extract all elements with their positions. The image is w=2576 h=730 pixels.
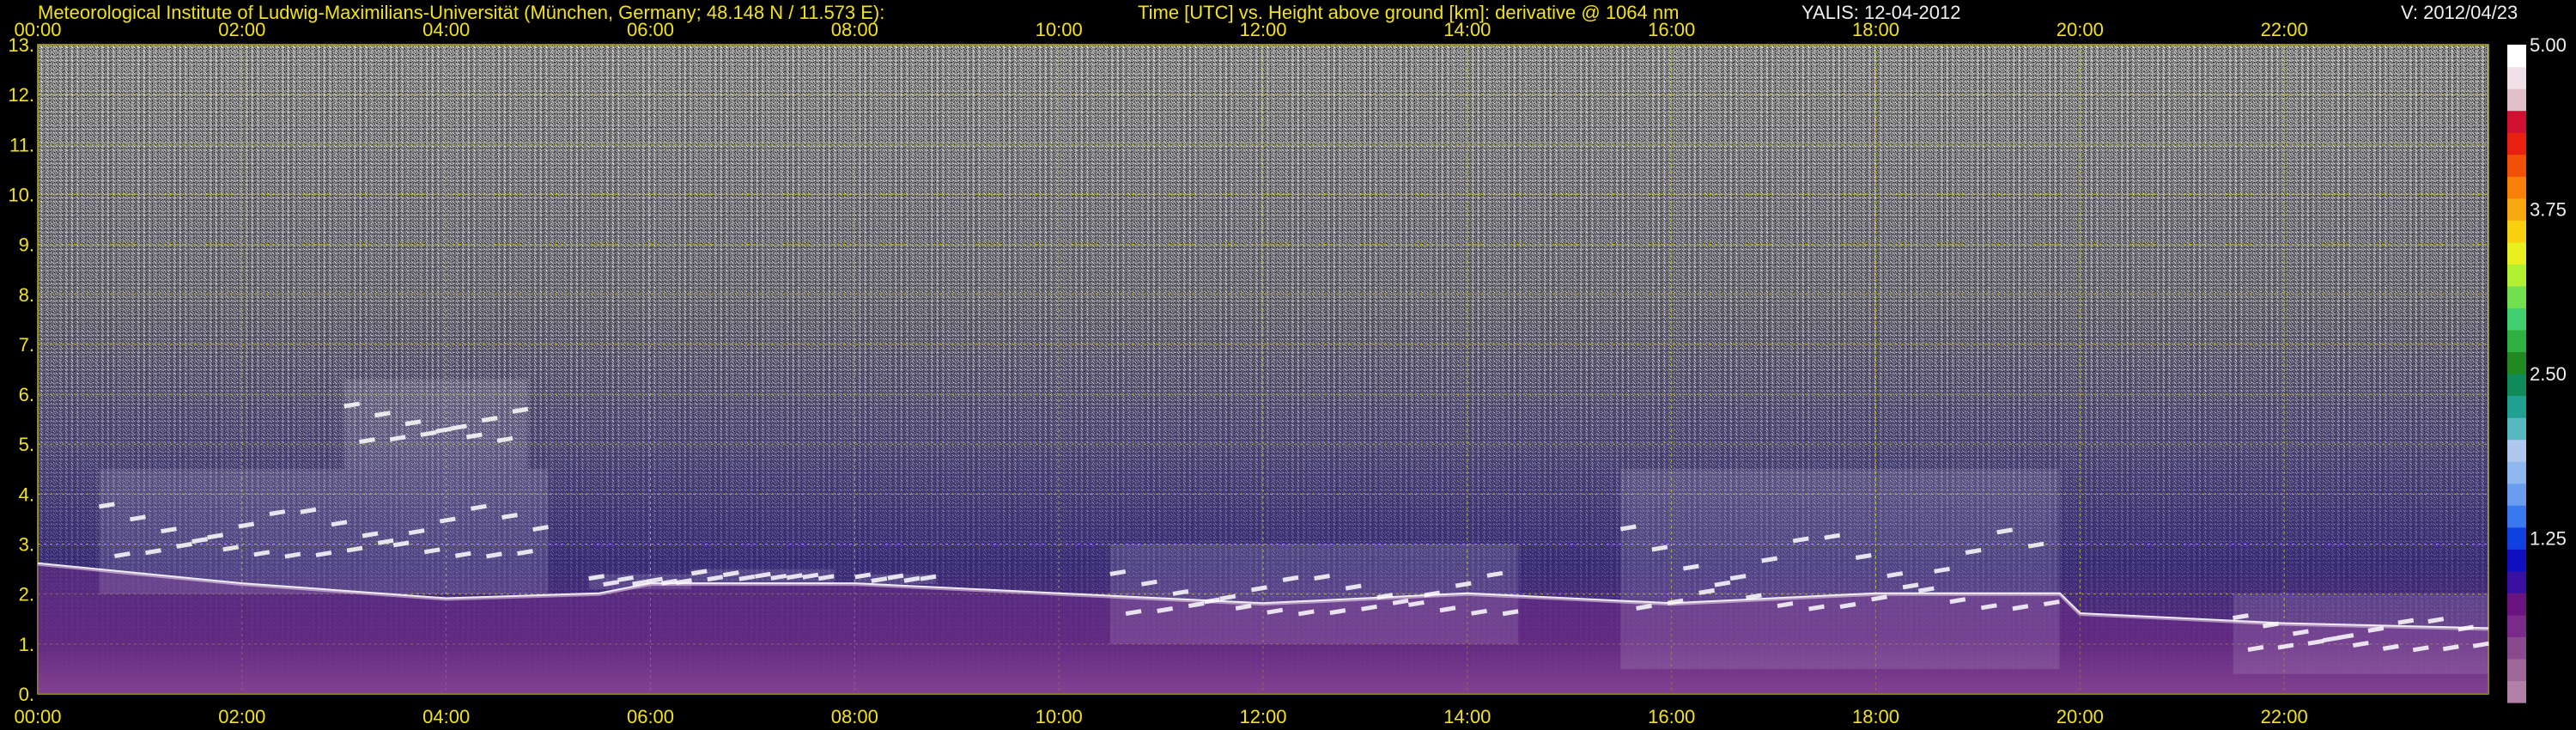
x-tick-label-bottom: 22:00	[2261, 706, 2308, 727]
x-tick-label-bottom: 02:00	[218, 706, 265, 727]
colorbar-swatch	[2507, 658, 2526, 682]
colorbar-swatch	[2507, 285, 2526, 308]
colorbar-swatch	[2507, 66, 2526, 89]
y-tick-label: 8.	[19, 284, 34, 306]
y-tick-label: 7.	[19, 334, 34, 356]
colorbar-swatch	[2507, 45, 2526, 68]
cloud-segment	[1109, 544, 1519, 644]
colorbar-swatch	[2507, 417, 2526, 441]
colorbar-swatch	[2507, 593, 2526, 616]
cloud-segment	[343, 379, 529, 470]
colorbar-swatch	[2507, 570, 2526, 593]
x-tick-label-bottom: 20:00	[2057, 706, 2104, 727]
colorbar-swatch	[2507, 198, 2526, 221]
colorbar-swatch	[2507, 264, 2526, 287]
y-tick-label: 3.	[19, 534, 34, 556]
colorbar-swatch	[2507, 132, 2526, 155]
cloud-segment	[690, 569, 835, 585]
colorbar-swatch	[2507, 307, 2526, 331]
x-tick-label-top: 22:00	[2261, 19, 2308, 40]
y-tick-label: 13.	[8, 34, 34, 56]
colorbar-swatch	[2507, 461, 2526, 484]
version-label: V: 2012/04/23	[2401, 2, 2518, 23]
colorbar-swatch	[2507, 110, 2526, 133]
colorbar-swatch	[2507, 549, 2526, 572]
colorbar-tick-label: 2.50	[2530, 363, 2567, 385]
cloud-segment	[98, 469, 549, 594]
x-tick-label-bottom: 12:00	[1239, 706, 1286, 727]
institute-label: Meteorological Institute of Ludwig-Maxim…	[38, 2, 885, 23]
y-tick-label: 2.	[19, 584, 34, 605]
y-tick-label: 4.	[19, 484, 34, 505]
y-tick-label: 5.	[19, 434, 34, 455]
colorbar-swatch	[2507, 526, 2526, 550]
colorbar-swatch	[2507, 374, 2526, 397]
x-tick-label-bottom: 18:00	[1852, 706, 1899, 727]
colorbar-swatch	[2507, 329, 2526, 353]
y-tick-label: 6.	[19, 384, 34, 405]
colorbar-swatch	[2507, 220, 2526, 243]
x-tick-label-top: 10:00	[1036, 19, 1083, 40]
colorbar-swatch	[2507, 614, 2526, 637]
cloud-segment	[1619, 469, 2060, 669]
y-tick-label: 9.	[19, 234, 34, 256]
x-tick-label-bottom: 16:00	[1648, 706, 1695, 727]
x-tick-label-top: 20:00	[2057, 19, 2104, 40]
x-tick-label-bottom: 08:00	[831, 706, 878, 727]
colorbar-swatch	[2507, 483, 2526, 506]
colorbar-swatch	[2507, 154, 2526, 177]
colorbar-swatch	[2507, 351, 2526, 374]
colorbar-tick-label: 5.00	[2530, 34, 2567, 56]
y-tick-label: 1.	[19, 634, 34, 655]
colorbar-swatch	[2507, 505, 2526, 528]
x-tick-label-bottom: 06:00	[627, 706, 674, 727]
colorbar-swatch	[2507, 176, 2526, 199]
x-tick-label-bottom: 00:00	[14, 706, 61, 727]
cloud-segment	[588, 574, 692, 589]
colorbar-swatch	[2507, 88, 2526, 112]
lidar-chart: 00:0000:0002:0002:0004:0004:0006:0006:00…	[8, 19, 2567, 727]
colorbar-swatch	[2507, 395, 2526, 418]
cloud-segment	[854, 572, 937, 585]
chart-title: Time [UTC] vs. Height above ground [km]:…	[1138, 2, 1680, 23]
y-tick-label: 0.	[19, 684, 34, 705]
y-tick-label: 11.	[9, 134, 34, 155]
x-tick-label-bottom: 04:00	[422, 706, 470, 727]
y-tick-label: 10.	[8, 184, 34, 205]
x-tick-label-bottom: 10:00	[1036, 706, 1083, 727]
cloud-segment	[2233, 593, 2489, 674]
colorbar-swatch	[2507, 680, 2526, 703]
colorbar-swatch	[2507, 241, 2526, 265]
colorbar-swatch	[2507, 439, 2526, 462]
colorbar-tick-label: 1.25	[2530, 528, 2567, 550]
colorbar-swatch	[2507, 636, 2526, 660]
y-tick-label: 12.	[8, 84, 34, 106]
colorbar-tick-label: 3.75	[2530, 199, 2567, 221]
station-date-label: YALIS: 12-04-2012	[1801, 2, 1961, 23]
x-tick-label-bottom: 14:00	[1443, 706, 1491, 727]
